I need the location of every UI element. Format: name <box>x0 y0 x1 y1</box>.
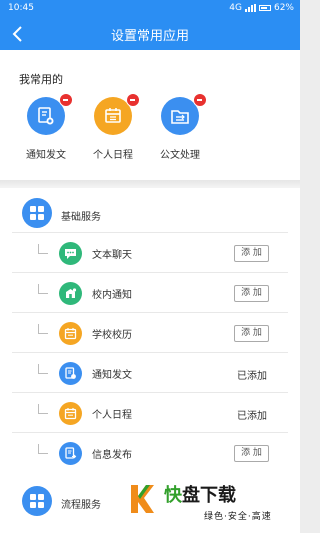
publish-icon <box>65 447 77 459</box>
remove-favorite-button[interactable] <box>193 93 207 107</box>
favorite-item-schedule[interactable]: 个人日程 <box>78 93 148 161</box>
tree-connector <box>38 444 48 454</box>
list-item-publish: 信息发布 添 加 <box>0 432 300 472</box>
favorite-label: 个人日程 <box>93 150 133 161</box>
favorite-label: 公文处理 <box>160 150 200 161</box>
item-name: 信息发布 <box>92 450 132 461</box>
row-divider <box>12 312 288 313</box>
list-item-school-calendar: 学校校历 添 加 <box>0 312 300 352</box>
tree-connector <box>38 324 48 334</box>
item-name: 个人日程 <box>92 410 132 421</box>
remove-favorite-button[interactable] <box>59 93 73 107</box>
calendar-icon <box>64 328 77 340</box>
tree-connector <box>38 244 48 254</box>
calendar-icon <box>105 108 121 123</box>
list-item-notice-doc: 通知发文 已添加 <box>0 352 300 392</box>
page-title: 设置常用应用 <box>110 29 189 44</box>
group-title: 流程服务 <box>61 500 101 511</box>
group-icon-circle <box>22 486 52 516</box>
item-icon-circle <box>59 402 82 425</box>
add-button[interactable]: 添 加 <box>234 325 269 342</box>
add-button[interactable]: 添 加 <box>234 285 269 302</box>
notice-doc-icon <box>65 367 76 379</box>
watermark-title: 快盘下载 <box>164 481 236 507</box>
remove-favorite-button[interactable] <box>126 93 140 107</box>
item-name: 文本聊天 <box>92 250 132 261</box>
title-bar: 设置常用应用 <box>0 18 300 50</box>
favorites-heading: 我常用的 <box>19 73 63 86</box>
item-icon-circle <box>59 242 82 265</box>
row-divider <box>12 272 288 273</box>
watermark-logo-icon <box>131 485 154 513</box>
favorite-label: 通知发文 <box>26 150 66 161</box>
battery-percent: 62% <box>273 3 294 13</box>
add-button[interactable]: 添 加 <box>234 445 269 462</box>
tree-connector <box>38 284 48 294</box>
calendar-icon <box>64 408 77 420</box>
added-status: 已添加 <box>237 371 267 382</box>
tree-connector <box>38 404 48 414</box>
list-item-schedule: 个人日程 已添加 <box>0 392 300 432</box>
favorites-panel: 我常用的 通知发文 个人日程 公文处理 <box>0 50 300 180</box>
network-label: 4G <box>229 3 242 13</box>
folder-transfer-icon <box>171 110 189 124</box>
favorite-item-notice[interactable]: 通知发文 <box>11 93 81 161</box>
favorite-icon-circle <box>161 93 207 135</box>
status-indicators: 4G 62% <box>229 3 294 13</box>
group-title: 基础服务 <box>61 212 101 223</box>
item-icon-circle <box>59 362 82 385</box>
status-bar: 10:45 4G 62% <box>0 0 300 18</box>
school-notice-icon <box>66 288 77 298</box>
chat-icon <box>65 249 76 259</box>
item-icon-circle <box>59 442 82 465</box>
battery-icon <box>258 5 271 11</box>
item-icon-circle <box>59 282 82 305</box>
section-divider <box>0 180 300 188</box>
item-name: 通知发文 <box>92 370 132 381</box>
watermark-title-part2: 盘下载 <box>182 485 236 506</box>
row-divider <box>12 392 288 393</box>
grid-icon <box>30 206 44 220</box>
item-name: 校内通知 <box>92 290 132 301</box>
item-icon-circle <box>59 322 82 345</box>
group-icon-circle <box>22 198 52 228</box>
watermark: 快盘下载 绿色·安全·高速 <box>128 477 300 533</box>
tree-connector <box>38 364 48 374</box>
favorite-icon-circle <box>94 93 140 135</box>
status-time: 10:45 <box>8 3 34 13</box>
signal-icon <box>244 4 256 12</box>
group-header-basic: 基础服务 <box>0 191 300 231</box>
notice-doc-icon <box>38 107 54 125</box>
added-status: 已添加 <box>237 411 267 422</box>
watermark-title-part1: 快 <box>164 485 182 506</box>
grid-icon <box>30 494 44 508</box>
list-item-school-notice: 校内通知 添 加 <box>0 272 300 312</box>
favorite-item-document[interactable]: 公文处理 <box>145 93 215 161</box>
row-divider <box>12 432 288 433</box>
favorite-icon-circle <box>27 93 73 135</box>
row-divider <box>12 232 288 233</box>
list-item-chat: 文本聊天 添 加 <box>0 232 300 272</box>
item-name: 学校校历 <box>92 330 132 341</box>
watermark-slogan: 绿色·安全·高速 <box>204 512 272 522</box>
add-button[interactable]: 添 加 <box>234 245 269 262</box>
row-divider <box>12 352 288 353</box>
